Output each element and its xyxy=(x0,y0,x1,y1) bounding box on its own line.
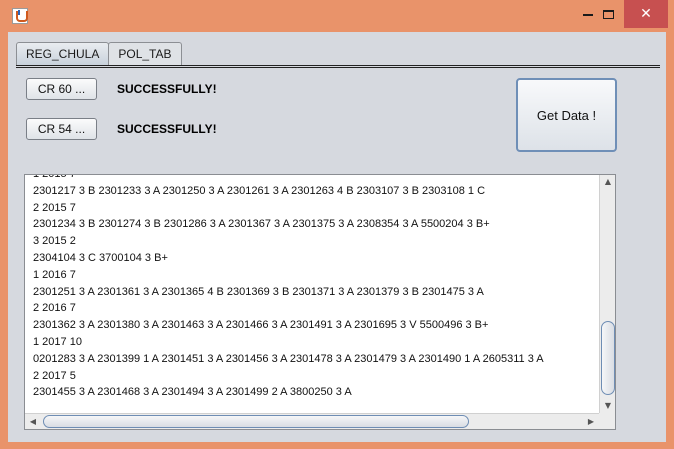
output-line: 1 2017 10 xyxy=(33,335,82,348)
scroll-corner xyxy=(599,413,615,429)
vertical-scroll-thumb[interactable] xyxy=(601,321,615,395)
output-line: 2301234 3 B 2301274 3 B 2301286 3 A 2301… xyxy=(33,218,490,231)
horizontal-scrollbar[interactable]: ◀ ▶ xyxy=(25,413,599,429)
tab-strip: REG_CHULA POL_TAB xyxy=(16,42,182,65)
cr60-status-label: SUCCESSFULLY! xyxy=(117,82,217,96)
tab-content-border xyxy=(16,65,660,68)
scroll-down-icon[interactable]: ▼ xyxy=(600,399,616,413)
tab-reg-chula[interactable]: REG_CHULA xyxy=(16,42,110,65)
output-lines: 1 2015 72301217 3 B 2301233 3 A 2301250 … xyxy=(33,175,599,401)
scroll-left-icon[interactable]: ◀ xyxy=(25,415,41,429)
output-line: 2301217 3 B 2301233 3 A 2301250 3 A 2301… xyxy=(33,184,486,197)
output-line: 2301251 3 A 2301361 3 A 2301365 4 B 2301… xyxy=(33,285,484,298)
cr60-button[interactable]: CR 60 ... xyxy=(26,78,97,100)
horizontal-scroll-thumb[interactable] xyxy=(43,415,469,428)
maximize-icon xyxy=(602,9,614,19)
output-line: 1 2015 7 xyxy=(33,175,599,183)
output-text-area[interactable]: 1 2015 72301217 3 B 2301233 3 A 2301250 … xyxy=(25,175,599,413)
output-line: 2 2015 7 xyxy=(33,201,76,214)
vertical-scrollbar[interactable]: ▲ ▼ xyxy=(599,175,615,413)
scroll-up-icon[interactable]: ▲ xyxy=(600,175,616,189)
java-app-icon xyxy=(12,8,28,24)
output-line: 2301362 3 A 2301380 3 A 2301463 3 A 2301… xyxy=(33,319,489,332)
title-bar: ✕ xyxy=(0,0,674,32)
window-content: REG_CHULA POL_TAB CR 60 ... SUCCESSFULLY… xyxy=(8,32,666,442)
cr54-status-label: SUCCESSFULLY! xyxy=(117,122,217,136)
output-line: 3 2015 2 xyxy=(33,235,76,248)
close-icon: ✕ xyxy=(640,6,652,22)
output-scroll-pane: 1 2015 72301217 3 B 2301233 3 A 2301250 … xyxy=(24,174,616,430)
tab-pol-tab[interactable]: POL_TAB xyxy=(108,42,182,65)
scroll-right-icon[interactable]: ▶ xyxy=(583,415,599,429)
output-line: 2304104 3 C 3700104 3 B+ xyxy=(33,251,168,264)
output-line: 2 2017 5 xyxy=(33,369,76,382)
close-button[interactable]: ✕ xyxy=(624,0,668,28)
output-line: 1 2016 7 xyxy=(33,268,76,281)
cr54-button[interactable]: CR 54 ... xyxy=(26,118,97,140)
output-line: 0201283 3 A 2301399 1 A 2301451 3 A 2301… xyxy=(33,352,544,365)
output-line: 2 2016 7 xyxy=(33,302,76,315)
get-data-button[interactable]: Get Data ! xyxy=(516,78,617,152)
output-line: 2301455 3 A 2301468 3 A 2301494 3 A 2301… xyxy=(33,386,352,399)
